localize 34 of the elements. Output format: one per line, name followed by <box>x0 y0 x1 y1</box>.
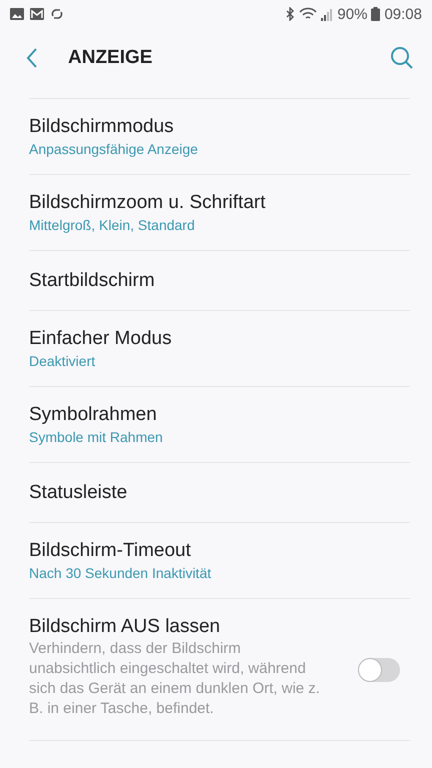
settings-item[interactable]: Statusleiste <box>29 463 410 523</box>
item-value: Anpassungsfähige Anzeige <box>29 140 199 159</box>
battery-icon <box>371 7 380 21</box>
screen-title: ANZEIGE <box>68 47 154 69</box>
wifi-icon <box>299 7 318 21</box>
settings-item[interactable]: Symbolrahmen Symbole mit Rahmen <box>29 387 410 463</box>
sync-icon <box>50 7 64 21</box>
item-title: Startbildschirm <box>29 269 156 293</box>
settings-item[interactable]: Bildschirmzoom u. Schriftart Mittelgroß, Klein, Standard <box>29 175 410 251</box>
item-value: Symbole mit Rahmen <box>29 428 164 447</box>
battery-percentage: 90% <box>337 6 368 22</box>
item-value: Mittelgroß, Klein, Standard <box>29 216 196 235</box>
settings-item[interactable]: Startbildschirm <box>29 251 410 311</box>
item-title: Bildschirm-Timeout <box>29 539 192 563</box>
bluetooth-icon <box>286 7 296 21</box>
item-title: Bildschirmmodus <box>29 115 175 139</box>
item-value: Deaktiviert <box>29 352 96 371</box>
settings-item[interactable]: Bildschirm-Timeout Nach 30 Sekunden Inaktivität <box>29 523 410 599</box>
item-title: Einfacher Modus <box>29 327 173 351</box>
clock: 09:08 <box>384 6 422 22</box>
back-icon[interactable] <box>26 48 38 68</box>
item-title: Bildschirmzoom u. Schriftart <box>29 191 267 215</box>
toggle-switch[interactable] <box>358 658 400 682</box>
settings-item[interactable]: Bildschirmmodus Anpassungsfähige Anzeige <box>29 99 410 175</box>
mail-icon <box>30 8 44 20</box>
item-title: Statusleiste <box>29 481 128 505</box>
item-description: Verhindern, dass der Bildschirm unabsichtlich eingeschaltet wird, während sich das Gerät an einem dunklen Ort, wie z. B. in einer Tasche, befindet. <box>29 639 321 719</box>
item-title: Bildschirm AUS lassen <box>29 615 222 639</box>
item-value: Nach 30 Sekunden Inaktivität <box>29 564 212 583</box>
item-title: Symbolrahmen <box>29 403 158 427</box>
gallery-icon <box>10 8 24 20</box>
settings-item[interactable]: Bildschirm AUS lassen Verhindern, dass der Bildschirm unabsichtlich eingeschaltet wird, während sich das Gerät an einem dunklen Ort, wie z. B. in einer Tasche, befindet. <box>29 599 410 741</box>
signal-icon <box>321 7 334 21</box>
settings-item[interactable]: Einfacher Modus Deaktiviert <box>29 311 410 387</box>
